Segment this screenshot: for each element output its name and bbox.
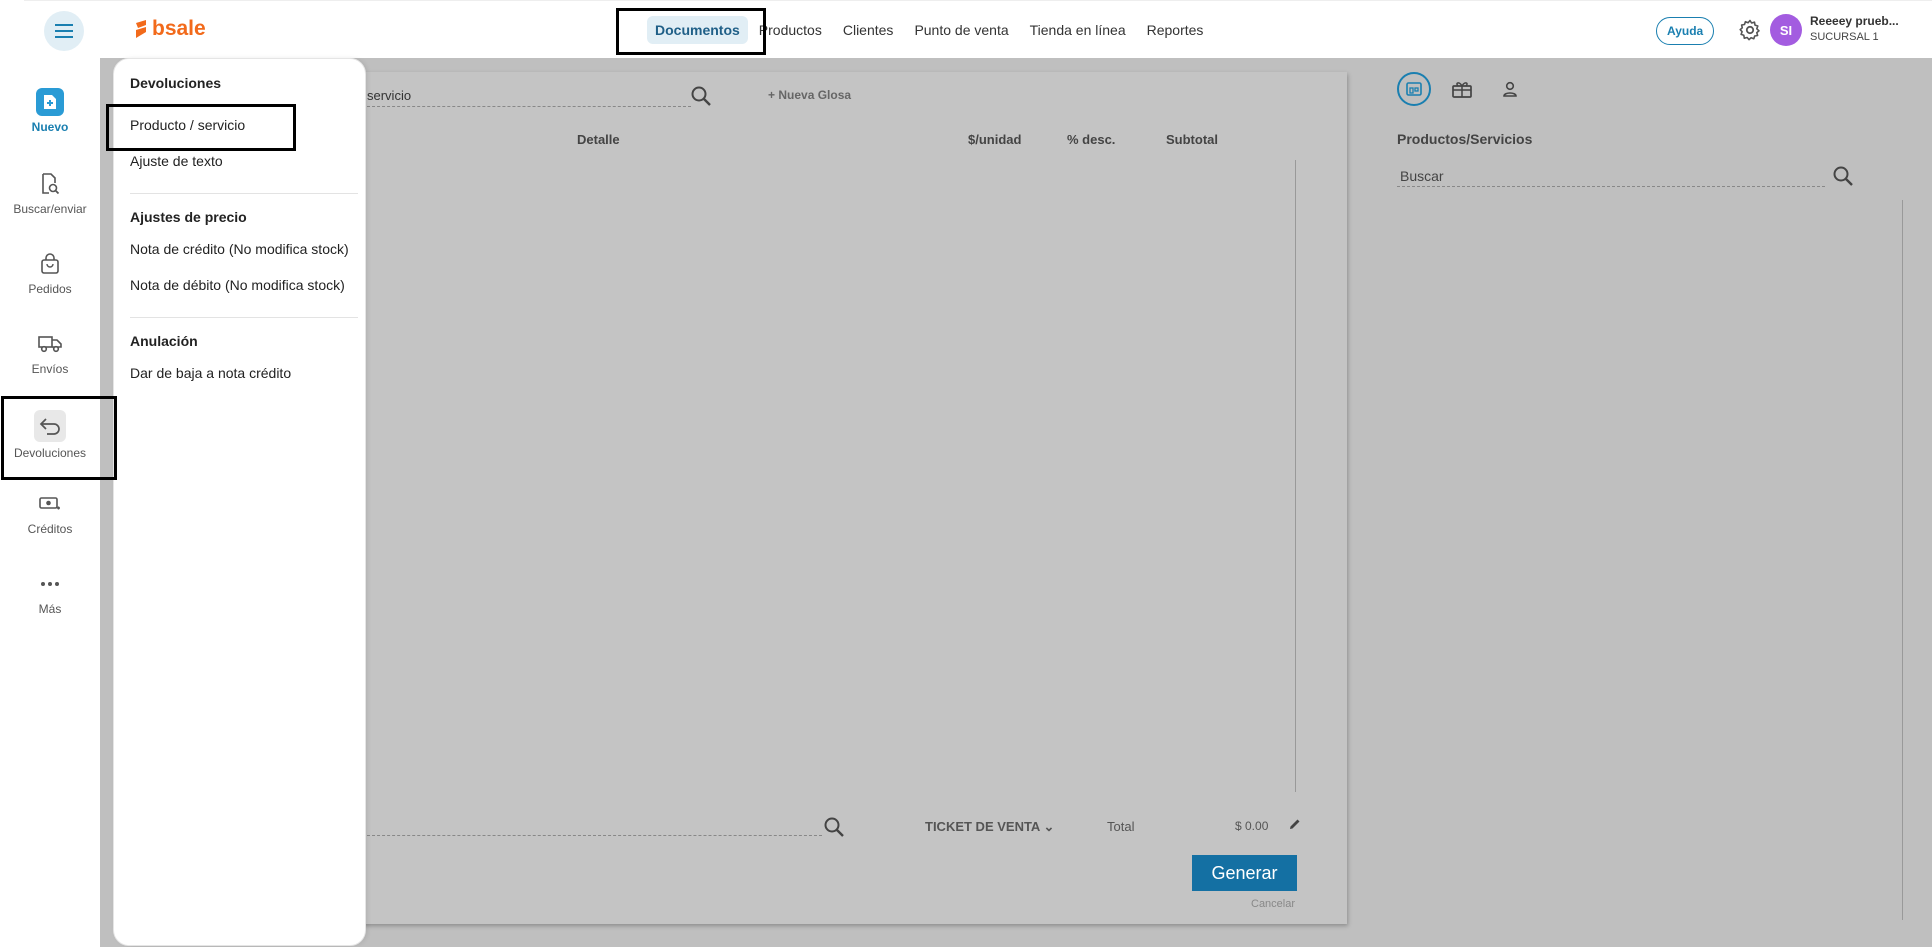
user-branch: SUCURSAL 1 — [1810, 31, 1879, 43]
more-icon — [36, 570, 64, 598]
tab-client[interactable] — [1493, 72, 1527, 106]
dropdown-item-producto-servicio[interactable]: Producto / servicio — [130, 117, 245, 133]
sidebar-item-envios[interactable]: Envíos — [0, 330, 100, 398]
help-button[interactable]: Ayuda — [1656, 17, 1715, 45]
settings-button[interactable] — [1738, 18, 1762, 42]
app-root: bsale Documentos Productos Clientes Punt… — [0, 0, 1932, 947]
sidebar-item-buscar-enviar[interactable]: Buscar/enviar — [0, 170, 100, 238]
search-doc-icon — [36, 170, 64, 198]
bsale-logo-icon — [136, 20, 146, 38]
dropdown-item-nota-de-credito[interactable]: Nota de crédito (No modifica stock) — [130, 241, 349, 257]
tab-gift[interactable] — [1445, 72, 1479, 106]
user-avatar[interactable]: SI — [1770, 14, 1802, 46]
sidebar-item-pedidos[interactable]: Pedidos — [0, 250, 100, 318]
products-store-icon — [1406, 82, 1422, 96]
document-type-select[interactable]: TICKET DE VENTA ⌄ — [925, 819, 1054, 835]
devoluciones-dropdown: Devoluciones Producto / servicio Ajuste … — [113, 58, 366, 946]
document-card — [355, 72, 1347, 924]
new-gloss-label: Nueva Glosa — [778, 88, 852, 102]
dropdown-divider — [130, 317, 358, 318]
user-icon — [1503, 81, 1517, 97]
chevron-down-icon: ⌄ — [1043, 819, 1055, 834]
new-doc-icon — [36, 88, 64, 116]
sidebar-label-nuevo: Nuevo — [31, 120, 69, 134]
logo-text: bsale — [152, 17, 206, 40]
sidebar-label-buscar-enviar: Buscar/enviar — [13, 202, 87, 216]
sidebar-label-devoluciones: Devoluciones — [13, 446, 87, 460]
sidebar-label-creditos: Créditos — [27, 522, 73, 536]
sidebar-item-mas[interactable]: Más — [0, 570, 100, 638]
dropdown-item-ajuste-de-texto[interactable]: Ajuste de texto — [130, 153, 223, 169]
new-gloss-button[interactable]: + Nueva Glosa — [768, 88, 851, 102]
sidebar-label-pedidos: Pedidos — [28, 282, 72, 296]
pencil-icon — [1290, 819, 1300, 829]
product-search-button[interactable] — [690, 85, 712, 107]
sidebar-item-creditos[interactable]: Créditos — [0, 490, 100, 558]
sidebar-item-nuevo[interactable]: Nuevo — [0, 88, 100, 156]
search-icon — [824, 817, 844, 837]
bsale-logo[interactable]: bsale — [134, 17, 206, 41]
right-panel-search-button[interactable] — [1832, 165, 1854, 187]
gift-icon — [1452, 82, 1472, 98]
column-header-detalle: Detalle — [577, 132, 620, 147]
product-search-input[interactable]: servicio — [367, 88, 411, 103]
sidebar-item-devoluciones[interactable]: Devoluciones — [0, 410, 100, 478]
document-type-value: TICKET DE VENTA — [925, 819, 1040, 834]
client-search-underline — [367, 835, 822, 836]
cancel-link[interactable]: Cancelar — [1251, 898, 1295, 910]
sidebar-label-mas: Más — [38, 602, 62, 616]
dropdown-divider — [130, 193, 358, 194]
generate-button[interactable]: Generar — [1192, 855, 1297, 891]
tab-products[interactable] — [1397, 72, 1431, 106]
right-panel-title: Productos/Servicios — [1397, 131, 1533, 147]
column-header-subtotal: Subtotal — [1166, 132, 1218, 147]
search-icon — [691, 86, 711, 106]
gear-icon — [1739, 19, 1760, 41]
truck-icon — [36, 330, 64, 358]
nav-clientes[interactable]: Clientes — [834, 16, 903, 44]
nav-documentos[interactable]: Documentos — [647, 16, 748, 44]
top-bar: bsale Documentos Productos Clientes Punt… — [24, 0, 1932, 58]
total-value: $ 0.00 — [1235, 819, 1269, 833]
nav-reportes[interactable]: Reportes — [1138, 16, 1213, 44]
return-arrow-icon — [34, 410, 66, 442]
product-search-underline — [367, 106, 691, 107]
nav-punto-de-venta[interactable]: Punto de venta — [905, 16, 1017, 44]
search-icon — [1833, 166, 1853, 186]
column-header-discount: % desc. — [1067, 132, 1116, 147]
right-panel-search-underline — [1397, 186, 1825, 187]
left-sidebar: Nuevo Buscar/enviar Pedidos Envíos Devol… — [0, 58, 100, 947]
client-search-button[interactable] — [823, 816, 845, 838]
right-panel-scroll-divider — [1902, 200, 1903, 920]
nav-tienda-en-linea[interactable]: Tienda en línea — [1021, 16, 1135, 44]
hamburger-icon — [55, 24, 73, 38]
bag-icon — [36, 250, 64, 278]
dropdown-item-nota-de-debito[interactable]: Nota de débito (No modifica stock) — [130, 277, 345, 293]
table-scroll-divider — [1295, 160, 1296, 792]
nav-productos[interactable]: Productos — [750, 16, 831, 44]
right-panel-search-input[interactable]: Buscar — [1400, 168, 1444, 184]
user-name[interactable]: Reeeey prueb... — [1810, 14, 1910, 28]
right-panel-tabs — [1397, 72, 1527, 106]
edit-total-button[interactable] — [1288, 817, 1302, 831]
dropdown-item-dar-de-baja[interactable]: Dar de baja a nota crédito — [130, 365, 291, 381]
sidebar-label-envios: Envíos — [31, 362, 69, 376]
top-navigation: Documentos Productos Clientes Punto de v… — [647, 14, 1215, 46]
money-icon — [36, 490, 64, 518]
dropdown-section-anulacion: Anulación — [130, 333, 198, 349]
column-header-unit-price: $/unidad — [968, 132, 1022, 147]
dropdown-section-devoluciones: Devoluciones — [130, 75, 222, 91]
dropdown-section-ajustes-de-precio: Ajustes de precio — [130, 209, 247, 225]
hamburger-menu-button[interactable] — [44, 11, 84, 51]
total-label: Total — [1107, 819, 1135, 834]
